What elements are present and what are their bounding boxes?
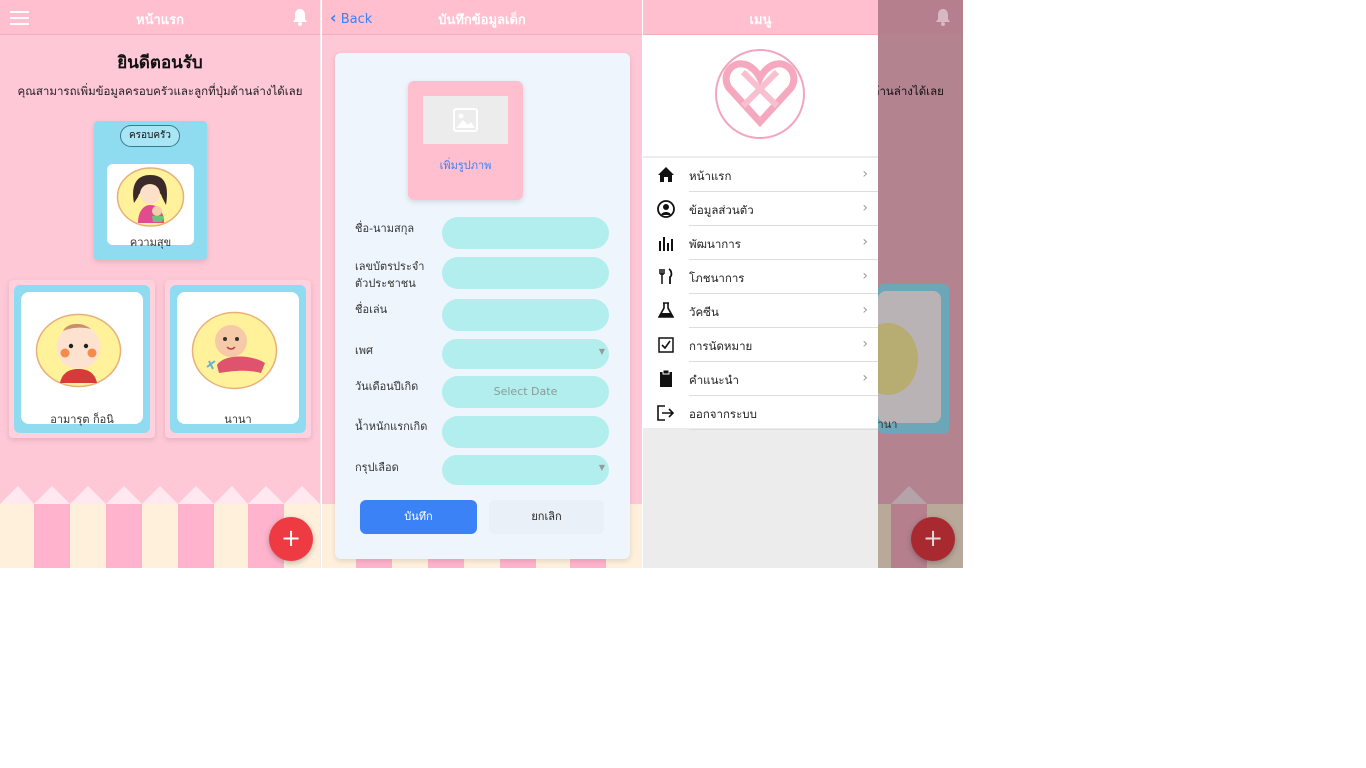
chevron-right-icon: › xyxy=(862,234,868,250)
logout-icon xyxy=(657,405,675,421)
chevron-right-icon: › xyxy=(862,200,868,216)
menu-item-advice[interactable]: คำแนะนำ › xyxy=(643,362,878,396)
nickname-input[interactable] xyxy=(442,299,609,331)
add-fab-button: + xyxy=(911,517,955,561)
form-card: เพิ่มรูปภาพ ชื่อ-นามสกุล เลขบัตรประจำตัว… xyxy=(335,53,630,559)
home-icon xyxy=(658,167,674,182)
dropdown-arrow-icon: ▼ xyxy=(598,347,605,356)
birth-weight-input[interactable] xyxy=(442,416,609,448)
family-name: ความสุข xyxy=(129,236,172,249)
menu-item-home[interactable]: หน้าแรก › xyxy=(643,158,878,192)
dropdown-arrow-icon: ▼ xyxy=(598,463,605,472)
child-card[interactable]: อามารุต ก็อนิ xyxy=(9,280,155,438)
cancel-button[interactable]: ยกเลิก xyxy=(489,500,604,534)
family-badge: ครอบครัว xyxy=(120,125,180,147)
chevron-right-icon: › xyxy=(862,336,868,352)
fullname-input[interactable] xyxy=(442,217,609,249)
birthdate-placeholder: Select Date xyxy=(493,385,558,398)
app-logo xyxy=(715,49,805,139)
clipboard-icon xyxy=(660,369,672,387)
field-label-id: เลขบัตรประจำตัวประชาชน xyxy=(355,260,425,290)
user-icon xyxy=(657,200,675,218)
menu-title: เมนู xyxy=(749,13,772,28)
add-photo-label: เพิ่มรูปภาพ xyxy=(439,159,492,172)
field-label-weight: น้ำหนักแรกเกิด xyxy=(355,420,428,433)
menu-drawer: เมนู หน้าแรก › ข้อมูลส่วนตัว › พัฒนาการ … xyxy=(643,0,878,568)
child-avatar xyxy=(191,311,278,390)
field-label-blood: กรุปเลือด xyxy=(355,461,399,474)
menu-item-development[interactable]: พัฒนาการ › xyxy=(643,226,878,260)
child-card[interactable]: นานา xyxy=(165,280,311,438)
child-form-screen: ‹ Back บันทึกข้อมูลเด็ก เพิ่มรูปภาพ ชื่อ… xyxy=(322,0,642,568)
chevron-right-icon: › xyxy=(862,302,868,318)
menu-list: หน้าแรก › ข้อมูลส่วนตัว › พัฒนาการ › โภช… xyxy=(643,158,878,430)
menu-item-profile[interactable]: ข้อมูลส่วนตัว › xyxy=(643,192,878,226)
flask-icon xyxy=(658,302,674,318)
field-label-birthdate: วันเดือนปีเกิด xyxy=(355,380,419,393)
birthdate-picker[interactable]: Select Date xyxy=(442,376,609,408)
photo-picker[interactable]: เพิ่มรูปภาพ xyxy=(408,81,523,200)
child-name: นานา xyxy=(224,413,252,426)
welcome-heading: ยินดีตอนรับ xyxy=(117,53,203,73)
form-title: บันทึกข้อมูลเด็ก xyxy=(438,13,526,28)
welcome-subtitle: คุณสามารถเพิ่มข้อมูลครอบครัวและลูกที่ปุ่… xyxy=(17,84,303,98)
menu-screen: ด้านล่างได้เลย นานา + เมนู หน้าแรก › ข้อ… xyxy=(643,0,963,568)
home-screen: หน้าแรก ยินดีตอนรับ คุณสามารถเพิ่มข้อมูล… xyxy=(0,0,321,568)
field-label-gender: เพศ xyxy=(355,344,373,357)
menu-item-vaccine[interactable]: วัคซีน › xyxy=(643,294,878,328)
image-placeholder-icon xyxy=(423,96,508,144)
chevron-right-icon: › xyxy=(862,166,868,182)
gender-select[interactable]: ▼ xyxy=(442,339,609,369)
menu-item-nutrition[interactable]: โภชนาการ › xyxy=(643,260,878,294)
checkbox-icon xyxy=(658,337,674,353)
bell-icon xyxy=(936,9,950,26)
home-title: หน้าแรก xyxy=(136,13,184,28)
add-fab-button[interactable]: + xyxy=(269,517,313,561)
home-header: หน้าแรก xyxy=(0,0,320,35)
menu-item-logout[interactable]: ออกจากระบบ xyxy=(643,396,878,430)
bar-chart-icon xyxy=(659,237,673,251)
family-card[interactable]: ครอบครัว ความสุข xyxy=(94,121,207,260)
save-button[interactable]: บันทึก xyxy=(360,500,477,534)
chevron-right-icon: › xyxy=(862,268,868,284)
cutlery-icon xyxy=(659,268,673,284)
chevron-right-icon: › xyxy=(862,370,868,386)
child-avatar xyxy=(35,313,122,388)
field-label-nickname: ชื่อเล่น xyxy=(355,303,388,316)
dimmed-subtitle: ด้านล่างได้เลย xyxy=(872,84,944,98)
bell-icon[interactable] xyxy=(292,8,308,26)
menu-item-appointment[interactable]: การนัดหมาย › xyxy=(643,328,878,362)
form-header: ‹ Back บันทึกข้อมูลเด็ก xyxy=(322,0,642,35)
child-name: อามารุต ก็อนิ xyxy=(50,413,114,426)
blood-group-select[interactable]: ▼ xyxy=(442,455,609,485)
dimmed-home-background: ด้านล่างได้เลย นานา + xyxy=(858,0,963,568)
id-card-input[interactable] xyxy=(442,257,609,289)
mother-baby-avatar xyxy=(116,167,185,227)
field-label-fullname: ชื่อ-นามสกุล xyxy=(355,222,415,235)
